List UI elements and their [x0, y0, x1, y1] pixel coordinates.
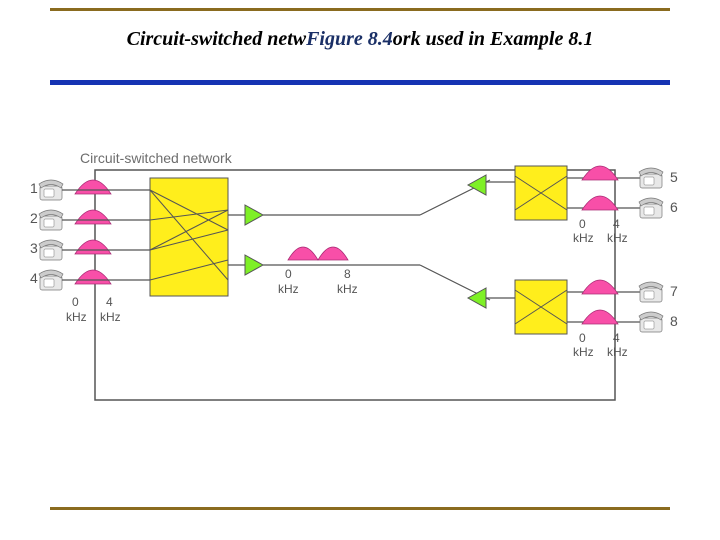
phone-label-1: 1: [30, 180, 38, 196]
amplifier-icon: [468, 175, 486, 195]
phone-label-4: 4: [30, 270, 38, 286]
phone-icon: [39, 180, 63, 200]
spectrum-icon: [582, 166, 618, 180]
axis-four: 4: [613, 217, 620, 231]
phone-label-7: 7: [670, 283, 678, 299]
right-top-switch: [515, 166, 567, 220]
left-switch: [150, 178, 228, 296]
top-rule: [50, 8, 670, 11]
phone-icon: [639, 282, 663, 302]
axis-zero: 0: [72, 295, 79, 309]
axis-khz: kHz: [278, 282, 299, 296]
axis-four: 4: [613, 331, 620, 345]
phone-icon: [639, 198, 663, 218]
spectrum-icon: [582, 310, 618, 324]
network-diagram: 1 2 3 4 0 4 kHz kHz: [30, 160, 690, 440]
amplifier-icon: [245, 255, 263, 275]
axis-khz: kHz: [573, 231, 594, 245]
phone-label-5: 5: [670, 169, 678, 185]
phone-label-6: 6: [670, 199, 678, 215]
spectrum-icon: [582, 196, 618, 210]
phone-label-3: 3: [30, 240, 38, 256]
spectrum-0-8-icon: [288, 247, 348, 260]
axis-four: 4: [106, 295, 113, 309]
left-endpoints: 1 2 3 4 0 4 kHz kHz: [30, 180, 121, 324]
bottom-rule: [50, 507, 670, 510]
axis-eight: 8: [344, 267, 351, 281]
axis-zero: 0: [285, 267, 292, 281]
title-seg-2: ork used i: [393, 28, 474, 50]
phone-label-2: 2: [30, 210, 38, 226]
spectrum-icon: [75, 210, 111, 224]
axis-khz: kHz: [607, 345, 628, 359]
title-seg-3: n Example 8.1: [474, 28, 593, 50]
spectrum-icon: [582, 280, 618, 294]
phone-icon: [39, 270, 63, 290]
spectrum-icon: [75, 270, 111, 284]
axis-zero: 0: [579, 217, 586, 231]
phone-label-8: 8: [670, 313, 678, 329]
axis-khz: kHz: [573, 345, 594, 359]
axis-khz: kHz: [66, 310, 87, 324]
spectrum-icon: [75, 180, 111, 194]
phone-icon: [639, 312, 663, 332]
title-seg-1: Circuit-switched netw: [127, 28, 306, 50]
amplifier-icon: [245, 205, 263, 225]
figure-number: Figure 8.4: [306, 28, 393, 50]
left-links: [62, 190, 150, 280]
right-bottom-switch: [515, 280, 567, 334]
spectrum-icon: [75, 240, 111, 254]
blue-divider: [50, 80, 670, 85]
axis-zero: 0: [579, 331, 586, 345]
axis-khz: kHz: [337, 282, 358, 296]
center-trunks: 0 8 kHz kHz: [228, 175, 515, 308]
axis-khz: kHz: [607, 231, 628, 245]
phone-icon: [639, 168, 663, 188]
phone-icon: [39, 240, 63, 260]
slide-title: Circuit-switched netwFigure 8.4ork used …: [0, 28, 720, 51]
axis-khz: kHz: [100, 310, 121, 324]
phone-icon: [39, 210, 63, 230]
